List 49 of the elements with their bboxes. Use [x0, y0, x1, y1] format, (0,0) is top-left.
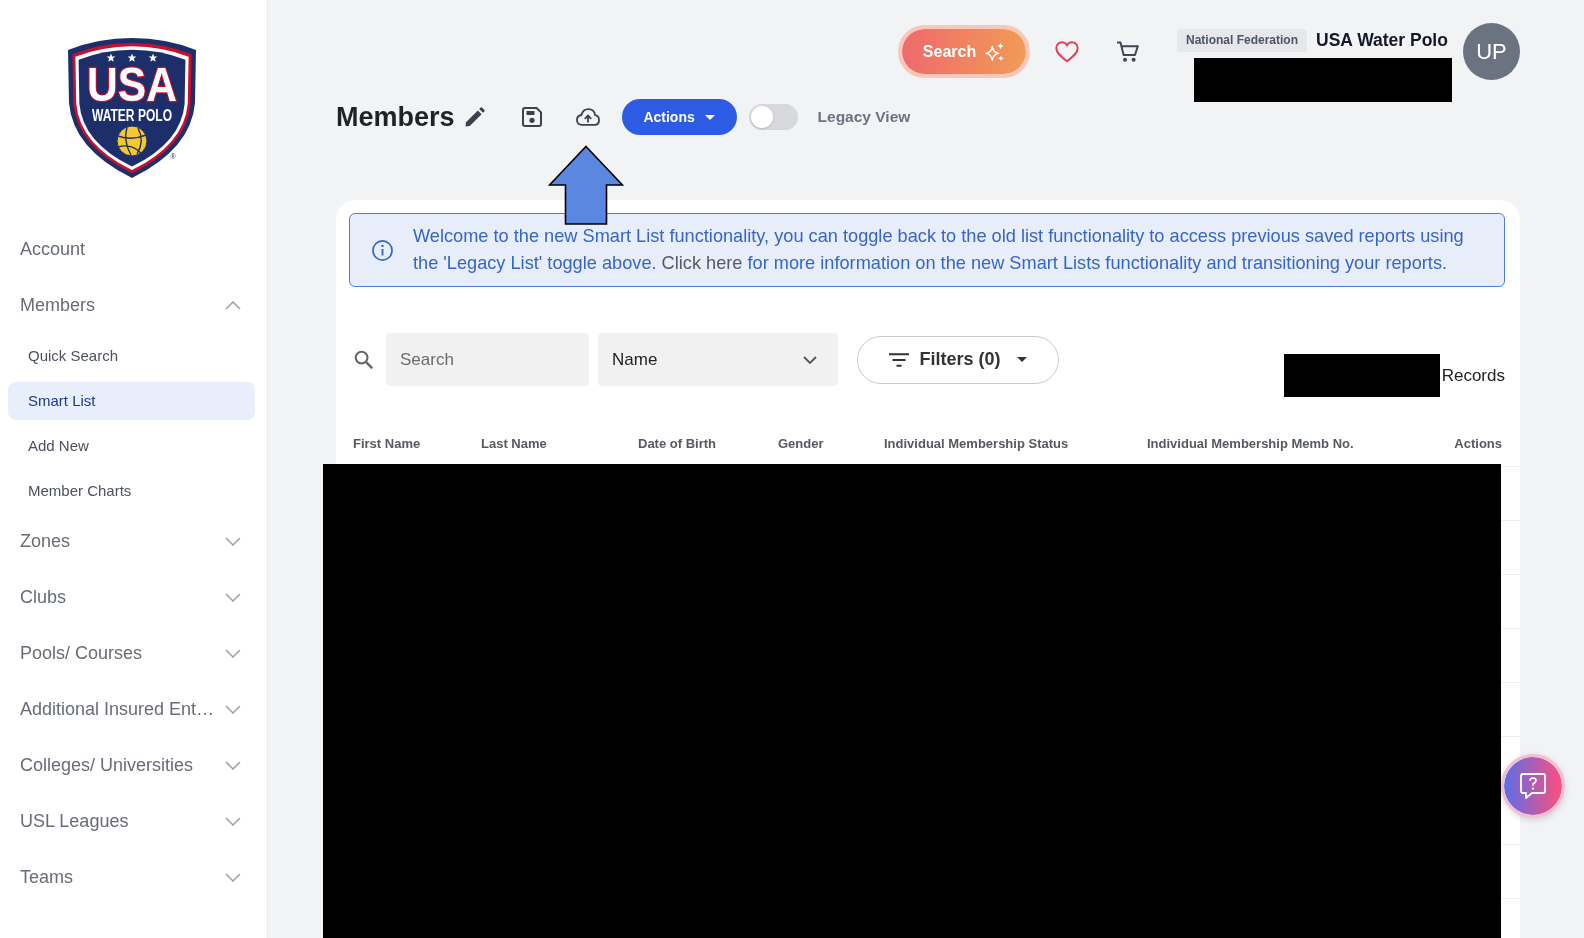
- caret-down-icon: [704, 114, 715, 120]
- pencil-icon[interactable]: [464, 107, 485, 127]
- filter-icon: [889, 352, 910, 367]
- column-header: First Name: [353, 435, 422, 451]
- column-header: Gender: [778, 435, 825, 451]
- submenu-item[interactable]: Smart List: [8, 381, 255, 420]
- sparkle-icon: [985, 41, 1006, 62]
- sidebar-item[interactable]: Account: [0, 221, 267, 277]
- sidebar-item[interactable]: Members: [0, 277, 267, 333]
- info-message: Welcome to the new Smart List functionality, you can toggle back to the old list functionality to access previous saved reports using the 'Legacy List' toggle above. Click here for more information on the new Smart Lists functionality and transitioning your reports.: [413, 225, 1465, 275]
- column-header: Actions: [1454, 435, 1502, 451]
- sidebar-item[interactable]: Zones: [0, 513, 267, 569]
- search-icon: [354, 350, 373, 369]
- sidebar-item[interactable]: Clubs: [0, 569, 267, 625]
- sidebar-item[interactable]: USL Leagues: [0, 793, 267, 849]
- column-header: Individual Membership Memb No.: [1147, 435, 1355, 451]
- sidebar-item[interactable]: Pools/ Courses: [0, 625, 267, 681]
- column-header: Date of Birth: [638, 435, 717, 451]
- info-icon: [372, 239, 393, 261]
- sidebar-item[interactable]: Colleges/ Universities: [0, 737, 267, 793]
- sidebar-item[interactable]: Additional Insured Ent…: [0, 681, 267, 737]
- submenu-item[interactable]: Quick Search: [8, 336, 255, 375]
- chevron-down-icon: [803, 355, 817, 364]
- up-arrow-icon: [548, 145, 624, 225]
- sidebar-item[interactable]: Teams: [0, 849, 267, 905]
- toggle-label: Legacy View: [817, 108, 911, 126]
- cloud-upload-icon[interactable]: [575, 108, 600, 126]
- save-icon[interactable]: [521, 107, 542, 127]
- sort-select[interactable]: Name: [598, 333, 838, 386]
- logo-subtitle: WATER POLO: [92, 107, 199, 124]
- user-avatar[interactable]: UP: [1463, 23, 1520, 80]
- heart-icon[interactable]: [1055, 41, 1079, 63]
- filters-button[interactable]: Filters (0): [857, 335, 1059, 384]
- federation-badge: National Federation: [1177, 29, 1307, 52]
- help-button[interactable]: [1501, 754, 1565, 818]
- actions-button[interactable]: Actions: [621, 99, 737, 135]
- column-header: Individual Membership Status: [884, 435, 1070, 451]
- organization-name: USA Water Polo: [1316, 30, 1448, 51]
- caret-down-icon: [1016, 357, 1027, 362]
- page-title: Members: [336, 101, 455, 133]
- chat-question-icon: [1518, 771, 1548, 801]
- click-here-link[interactable]: Click here: [661, 253, 743, 273]
- submenu-item[interactable]: Member Charts: [8, 471, 255, 510]
- toggle-switch[interactable]: [748, 104, 798, 130]
- submenu-item[interactable]: Add New: [8, 426, 255, 465]
- search-field[interactable]: Search: [386, 333, 589, 386]
- records-label: Records: [1441, 365, 1505, 386]
- shopping-cart-icon[interactable]: [1116, 41, 1140, 63]
- column-header: Last Name: [481, 435, 548, 451]
